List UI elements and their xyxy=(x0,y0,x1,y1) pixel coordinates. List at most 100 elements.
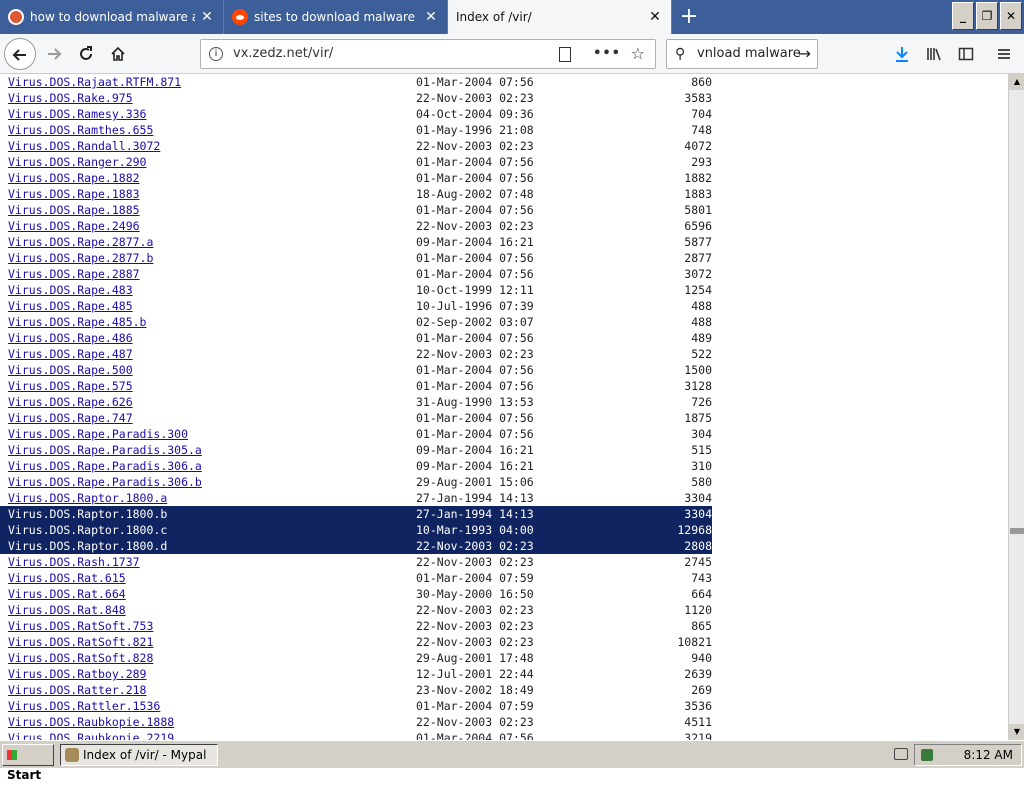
file-link[interactable]: Virus.DOS.Rash.1737 xyxy=(8,554,140,570)
navigation-bar: i vx.zedz.net/vir/ ••• ☆ ⚲ vnload malwar… xyxy=(0,34,1024,74)
file-link[interactable]: Virus.DOS.Raubkopie.1888 xyxy=(8,714,174,730)
file-link[interactable]: Virus.DOS.Rape.1882 xyxy=(8,170,140,186)
file-date: 01-Mar-2004 07:56 xyxy=(416,411,534,425)
file-link[interactable]: Virus.DOS.Raubkopie.2219 xyxy=(8,730,174,740)
listing-row: Virus.DOS.Rape.626 31-Aug-1990 13:53 726 xyxy=(0,394,712,410)
file-link[interactable]: Virus.DOS.Rape.Paradis.300 xyxy=(8,426,188,442)
file-link[interactable]: Virus.DOS.Rajaat.RTFM.871 xyxy=(8,74,181,90)
minimize-button[interactable]: _ xyxy=(952,2,974,30)
reload-button[interactable] xyxy=(70,38,102,70)
menu-button[interactable] xyxy=(988,38,1020,70)
tab-title: sites to download malware : Malware xyxy=(254,10,419,24)
file-link[interactable]: Virus.DOS.Rat.615 xyxy=(8,570,126,586)
file-link[interactable]: Virus.DOS.RatSoft.821 xyxy=(8,634,153,650)
file-link[interactable]: Virus.DOS.Raptor.1800.d xyxy=(8,538,167,554)
file-link[interactable]: Virus.DOS.Ramesy.336 xyxy=(8,106,146,122)
file-link[interactable]: Virus.DOS.Rape.486 xyxy=(8,330,133,346)
site-info-icon[interactable]: i xyxy=(209,47,223,61)
downloads-button[interactable] xyxy=(886,38,918,70)
file-link[interactable]: Virus.DOS.Rape.2887 xyxy=(8,266,140,282)
file-date: 04-Oct-2004 09:36 xyxy=(416,107,534,121)
file-link[interactable]: Virus.DOS.Rape.1885 xyxy=(8,202,140,218)
close-tab-icon[interactable]: ✕ xyxy=(423,9,439,25)
library-button[interactable] xyxy=(918,38,950,70)
url-bar[interactable]: i vx.zedz.net/vir/ ••• ☆ xyxy=(200,39,656,69)
file-link[interactable]: Virus.DOS.Raptor.1800.b xyxy=(8,506,167,522)
listing-row: Virus.DOS.Rattler.1536 01-Mar-2004 07:59 3… xyxy=(0,698,712,714)
file-date: 22-Nov-2003 02:23 xyxy=(416,347,534,361)
file-link[interactable]: Virus.DOS.Rape.747 xyxy=(8,410,133,426)
file-link[interactable]: Virus.DOS.Rape.1883 xyxy=(8,186,140,202)
file-link[interactable]: Virus.DOS.RatSoft.828 xyxy=(8,650,153,666)
taskbar-window-button[interactable]: Index of /vir/ - Mypal xyxy=(60,744,218,766)
new-tab-button[interactable]: + xyxy=(672,0,706,34)
tab-duckduckgo[interactable]: how to download malware at DuckDuckGo ✕ xyxy=(0,0,224,34)
file-link[interactable]: Virus.DOS.Ratboy.289 xyxy=(8,666,146,682)
file-link[interactable]: Virus.DOS.RatSoft.753 xyxy=(8,618,153,634)
close-window-button[interactable]: ✕ xyxy=(1000,2,1022,30)
file-link[interactable]: Virus.DOS.Rape.2496 xyxy=(8,218,140,234)
file-link[interactable]: Virus.DOS.Raptor.1800.c xyxy=(8,522,167,538)
file-date: 12-Jul-2001 22:44 xyxy=(416,667,534,681)
forward-button[interactable] xyxy=(38,38,70,70)
file-link[interactable]: Virus.DOS.Ranger.290 xyxy=(8,154,146,170)
tab-index-vir[interactable]: Index of /vir/ ✕ xyxy=(448,0,672,34)
close-tab-icon[interactable]: ✕ xyxy=(199,9,215,25)
file-date: 22-Nov-2003 02:23 xyxy=(416,603,534,617)
reader-view-icon[interactable] xyxy=(559,47,571,62)
scroll-up-arrow-icon[interactable]: ▲ xyxy=(1009,74,1024,90)
listing-row: Virus.DOS.Rape.575 01-Mar-2004 07:56 3128 xyxy=(0,378,712,394)
file-date: 22-Nov-2003 02:23 xyxy=(416,91,534,105)
vertical-scrollbar[interactable]: ▲ ▼ xyxy=(1008,74,1024,740)
bookmark-star-icon[interactable]: ☆ xyxy=(631,40,645,68)
file-link[interactable]: Virus.DOS.Rake.975 xyxy=(8,90,133,106)
listing-row: Virus.DOS.Rape.485 10-Jul-1996 07:39 488 xyxy=(0,298,712,314)
file-link[interactable]: Virus.DOS.Rat.848 xyxy=(8,602,126,618)
keyboard-icon[interactable] xyxy=(894,748,908,760)
file-link[interactable]: Virus.DOS.Rape.626 xyxy=(8,394,133,410)
file-link[interactable]: Virus.DOS.Rat.664 xyxy=(8,586,126,602)
sidebar-button[interactable] xyxy=(950,38,982,70)
file-date: 22-Nov-2003 02:23 xyxy=(416,635,534,649)
file-size: 4072 xyxy=(684,139,712,153)
file-date: 01-Mar-2004 07:59 xyxy=(416,699,534,713)
listing-row: Virus.DOS.Randall.3072 22-Nov-2003 02:23 4… xyxy=(0,138,712,154)
scroll-down-arrow-icon[interactable]: ▼ xyxy=(1009,724,1024,740)
clock[interactable]: 8:12 AM xyxy=(964,745,1013,765)
close-tab-icon[interactable]: ✕ xyxy=(647,9,663,25)
file-link[interactable]: Virus.DOS.Rape.575 xyxy=(8,378,133,394)
file-link[interactable]: Virus.DOS.Rape.487 xyxy=(8,346,133,362)
file-link[interactable]: Virus.DOS.Ramthes.655 xyxy=(8,122,153,138)
file-link[interactable]: Virus.DOS.Rape.2877.b xyxy=(8,250,153,266)
file-date: 23-Nov-2002 18:49 xyxy=(416,683,534,697)
file-link[interactable]: Virus.DOS.Rape.483 xyxy=(8,282,133,298)
file-date: 30-May-2000 16:50 xyxy=(416,587,534,601)
tab-reddit[interactable]: sites to download malware : Malware ✕ xyxy=(224,0,448,34)
file-link[interactable]: Virus.DOS.Raptor.1800.a xyxy=(8,490,167,506)
file-size: 3304 xyxy=(684,491,712,505)
restore-button[interactable]: ❐ xyxy=(976,2,998,30)
file-link[interactable]: Virus.DOS.Rape.Paradis.306.b xyxy=(8,474,202,490)
file-link[interactable]: Virus.DOS.Rape.500 xyxy=(8,362,133,378)
file-link[interactable]: Virus.DOS.Rape.Paradis.306.a xyxy=(8,458,202,474)
file-link[interactable]: Virus.DOS.Rape.2877.a xyxy=(8,234,153,250)
start-button[interactable]: Start xyxy=(2,744,54,782)
file-link[interactable]: Virus.DOS.Ratter.218 xyxy=(8,682,146,698)
file-size: 12968 xyxy=(677,523,712,537)
file-link[interactable]: Virus.DOS.Rape.Paradis.305.a xyxy=(8,442,202,458)
file-link[interactable]: Virus.DOS.Rattler.1536 xyxy=(8,698,160,714)
page-actions-button[interactable]: ••• xyxy=(593,40,621,68)
network-icon[interactable] xyxy=(921,749,933,761)
file-size: 3072 xyxy=(684,267,712,281)
search-go-arrow-icon[interactable]: → xyxy=(798,40,811,68)
back-button[interactable] xyxy=(4,38,36,70)
file-link[interactable]: Virus.DOS.Rape.485 xyxy=(8,298,133,314)
file-size: 3128 xyxy=(684,379,712,393)
home-button[interactable] xyxy=(102,38,134,70)
file-date: 09-Mar-2004 16:21 xyxy=(416,443,534,457)
scrollbar-thumb[interactable] xyxy=(1010,528,1024,534)
search-bar[interactable]: ⚲ vnload malware → xyxy=(666,39,818,69)
listing-row: Virus.DOS.Rape.486 01-Mar-2004 07:56 489 xyxy=(0,330,712,346)
file-link[interactable]: Virus.DOS.Rape.485.b xyxy=(8,314,146,330)
file-link[interactable]: Virus.DOS.Randall.3072 xyxy=(8,138,160,154)
